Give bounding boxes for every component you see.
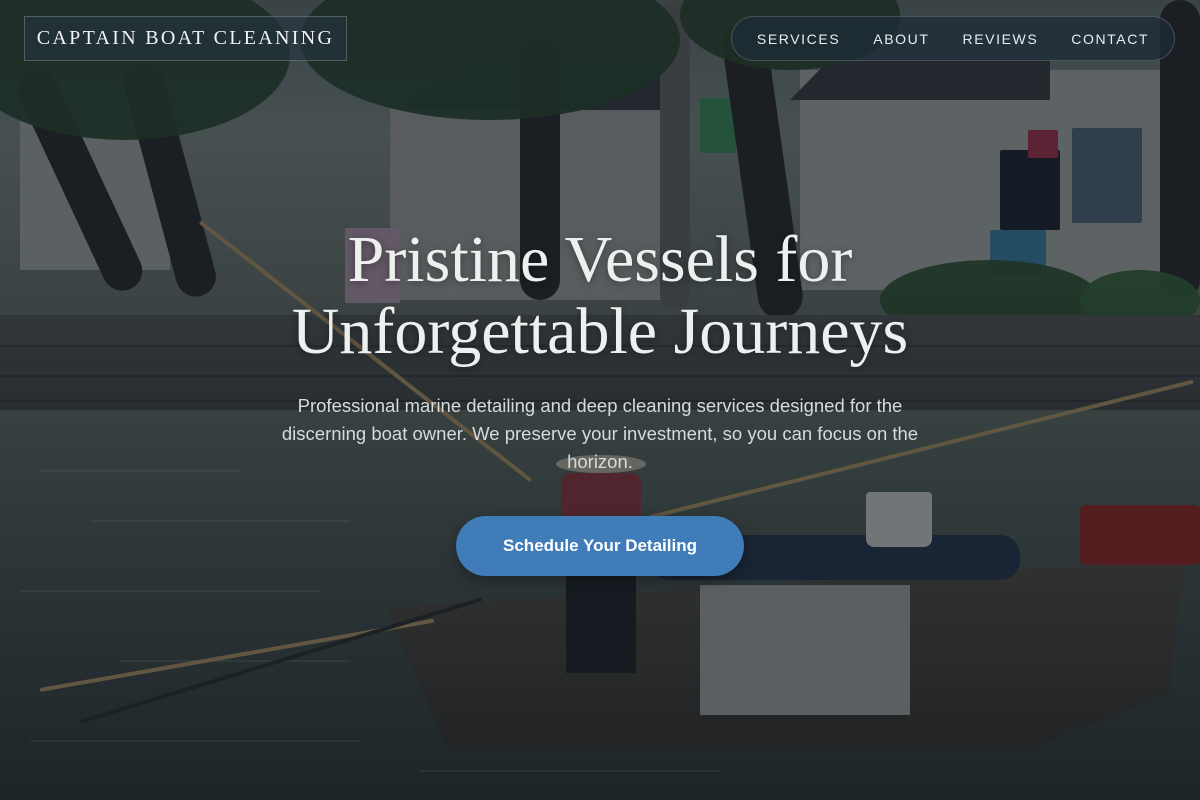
brand-logo[interactable]: CAPTAIN BOAT CLEANING xyxy=(24,16,347,61)
main-nav: SERVICES ABOUT REVIEWS CONTACT xyxy=(731,16,1175,61)
hero-subtext: Professional marine detailing and deep c… xyxy=(281,395,919,472)
schedule-detailing-button[interactable]: Schedule Your Detailing xyxy=(456,516,744,576)
nav-link-about[interactable]: ABOUT xyxy=(873,31,929,47)
hero-section: CAPTAIN BOAT CLEANING SERVICES ABOUT REV… xyxy=(0,0,1200,800)
nav-link-services[interactable]: SERVICES xyxy=(757,31,840,47)
hero-headline: Pristine Vessels for Unforgettable Journ… xyxy=(150,224,1050,368)
headline-line-2: Unforgettable Journeys xyxy=(291,295,909,368)
nav-link-contact[interactable]: CONTACT xyxy=(1071,31,1149,47)
headline-line-1: Pristine Vessels for xyxy=(347,223,853,296)
nav-link-reviews[interactable]: REVIEWS xyxy=(963,31,1039,47)
